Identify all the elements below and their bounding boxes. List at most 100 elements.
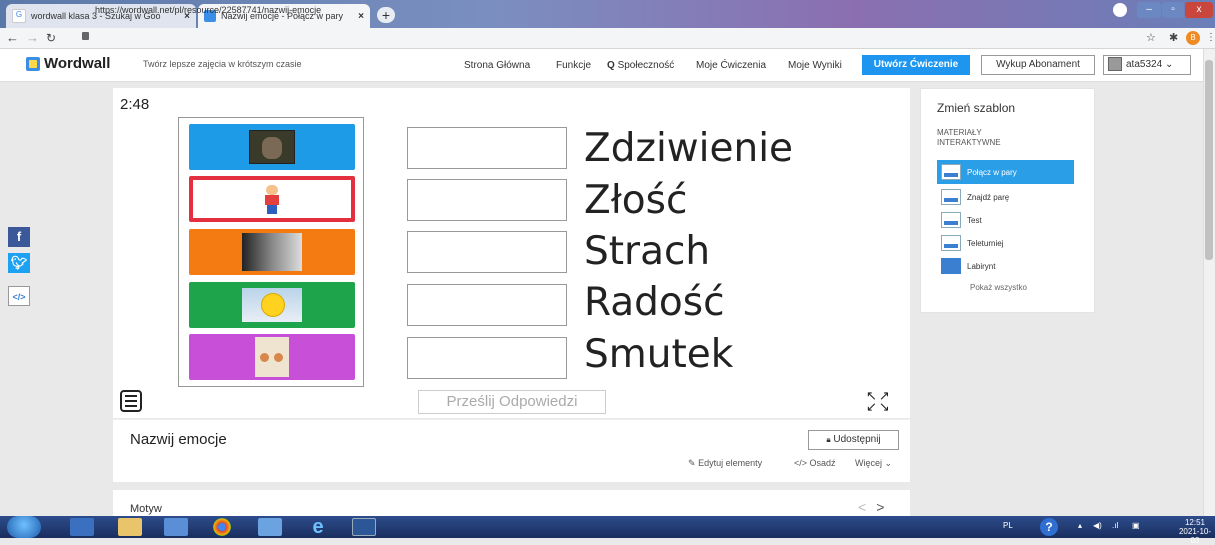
fullscreen-icon[interactable]: ↖↗ ↙↘ [866,389,892,413]
embed-share-button[interactable]: </> [8,286,30,306]
volume-icon[interactable]: ◀) [1093,521,1102,530]
template-label: Połącz w pary [967,167,1017,177]
picture-tile-sadness[interactable] [189,334,355,380]
menu-dots-icon[interactable]: ⋮ [1206,28,1215,48]
surprise-picture [249,130,295,164]
lock-icon [82,32,89,40]
facebook-share-button[interactable]: f [8,227,30,247]
start-button[interactable] [7,516,41,538]
template-subheading: MATERIAŁY INTERAKTYWNE [937,128,1001,147]
answer-slot-2[interactable] [407,179,567,221]
word-label-fear: Strach [584,229,711,274]
nav-my-activities[interactable]: Moje Ćwiczenia [696,60,766,71]
chevron-down-icon: ⌄ [884,458,893,468]
google-icon: G [12,9,26,23]
nav-features[interactable]: Funkcje [556,60,591,71]
internet-explorer-icon[interactable]: e [306,517,330,537]
signal-icon: .ıl [1112,521,1119,530]
file-explorer-icon[interactable] [118,518,142,536]
hamburger-menu-icon[interactable] [120,390,142,412]
media-player-icon[interactable] [70,518,94,536]
nav-community[interactable]: Q Społeczność [607,60,674,71]
network-icon[interactable]: ▣ [1132,521,1140,530]
template-match-up[interactable]: Połącz w pary [937,160,1074,184]
chrome-profile-icon[interactable] [1113,3,1127,17]
twitter-icon: 🐦︎ [10,255,28,270]
edit-content-link[interactable]: ✎ Edytuj elementy [688,458,762,469]
template-label: Labirynt [967,261,996,271]
nav-home[interactable]: Strona Główna [464,60,530,71]
app-icon[interactable] [258,518,282,536]
help-icon[interactable]: ? [1040,518,1058,536]
more-label: Więcej [855,458,883,468]
edit-label: Edytuj elementy [698,458,763,468]
word-label-joy: Radość [584,280,725,325]
tray-arrow-icon[interactable]: ▴ [1078,521,1082,530]
share-label: Udostępnij [833,434,881,445]
template-find-match[interactable]: Znajdź parę [937,185,1074,209]
wordwall-logo[interactable]: Wordwall [26,55,110,72]
star-icon[interactable]: ☆ [1146,28,1156,48]
theme-label: Motyw [130,503,162,515]
maximize-button[interactable]: ▫ [1162,2,1184,18]
more-link[interactable]: Więcej ⌄ [855,458,892,469]
forward-arrow-icon[interactable]: → [26,28,39,48]
nav-community-label: Społeczność [617,60,675,71]
picture-tile-surprise[interactable] [189,124,355,170]
close-icon[interactable]: × [358,11,364,22]
timer: 2:48 [120,96,150,113]
language-indicator[interactable]: PL [1003,521,1013,530]
chevron-down-icon: ⌄ [1164,59,1174,70]
gameshow-icon [941,235,961,251]
show-all-link[interactable]: Pokaż wszystko [970,283,1027,292]
template-quiz[interactable]: Test [937,208,1074,232]
template-gameshow[interactable]: Teleturniej [937,231,1074,255]
template-label: Teleturniej [967,238,1004,248]
joy-picture [242,288,302,322]
chevron-right-icon[interactable]: > [876,499,894,515]
network-app-icon[interactable] [164,518,188,536]
answer-slot-3[interactable] [407,231,567,273]
twitter-share-button[interactable]: 🐦︎ [8,253,30,273]
nav-my-results[interactable]: Moje Wyniki [788,60,842,71]
minimize-button[interactable]: ‒ [1137,2,1161,18]
submit-answers-button[interactable]: Prześlij Odpowiedzi [418,390,606,414]
subscribe-button[interactable]: Wykup Abonament [981,55,1095,75]
taskbar-clock[interactable]: 12:51 2021-10-03 [1175,518,1215,545]
picture-tile-joy[interactable] [189,282,355,328]
new-tab-button[interactable]: + [377,7,395,23]
wordwall-logo-icon [26,56,40,71]
user-menu-button[interactable]: ata5324 ⌄ [1103,55,1191,75]
theme-nav-arrows[interactable]: <> [858,499,894,515]
url-field[interactable]: https://wordwall.net/pl/resource/2258774… [95,3,321,17]
logo-text: Wordwall [44,55,111,72]
maze-icon [941,258,961,274]
profile-avatar[interactable]: B [1186,31,1200,45]
activity-title: Nazwij emocje [130,431,227,448]
quiz-icon [941,212,961,228]
window-close-button[interactable]: x [1185,2,1213,18]
clock-time: 12:51 [1184,518,1206,527]
scrollbar-thumb[interactable] [1205,60,1213,260]
picture-tile-anger[interactable] [189,176,355,222]
answer-slot-4[interactable] [407,284,567,326]
chevron-left-icon[interactable]: < [858,499,876,515]
avatar [1108,57,1122,72]
template-maze[interactable]: Labirynt [937,254,1074,278]
word-label-anger: Złość [584,178,688,223]
reload-icon[interactable]: ↻ [46,28,56,48]
template-label: Znajdź parę [967,192,1010,202]
picture-tile-fear[interactable] [189,229,355,275]
back-arrow-icon[interactable]: ← [6,28,19,48]
create-activity-button[interactable]: Utwórz Ćwiczenie [862,55,970,75]
template-label: Test [967,215,982,225]
answer-slot-1[interactable] [407,127,567,169]
match-up-icon [941,164,961,180]
embed-link[interactable]: </> Osadź [794,458,836,468]
extensions-icon[interactable]: ✱ [1169,28,1178,48]
share-button[interactable]: 🔒︎ Udostępnij [808,430,899,450]
answer-slot-5[interactable] [407,337,567,379]
word-icon[interactable] [352,518,376,536]
word-label-surprise: Zdziwienie [584,126,794,171]
chrome-taskbar-icon[interactable] [213,518,231,536]
